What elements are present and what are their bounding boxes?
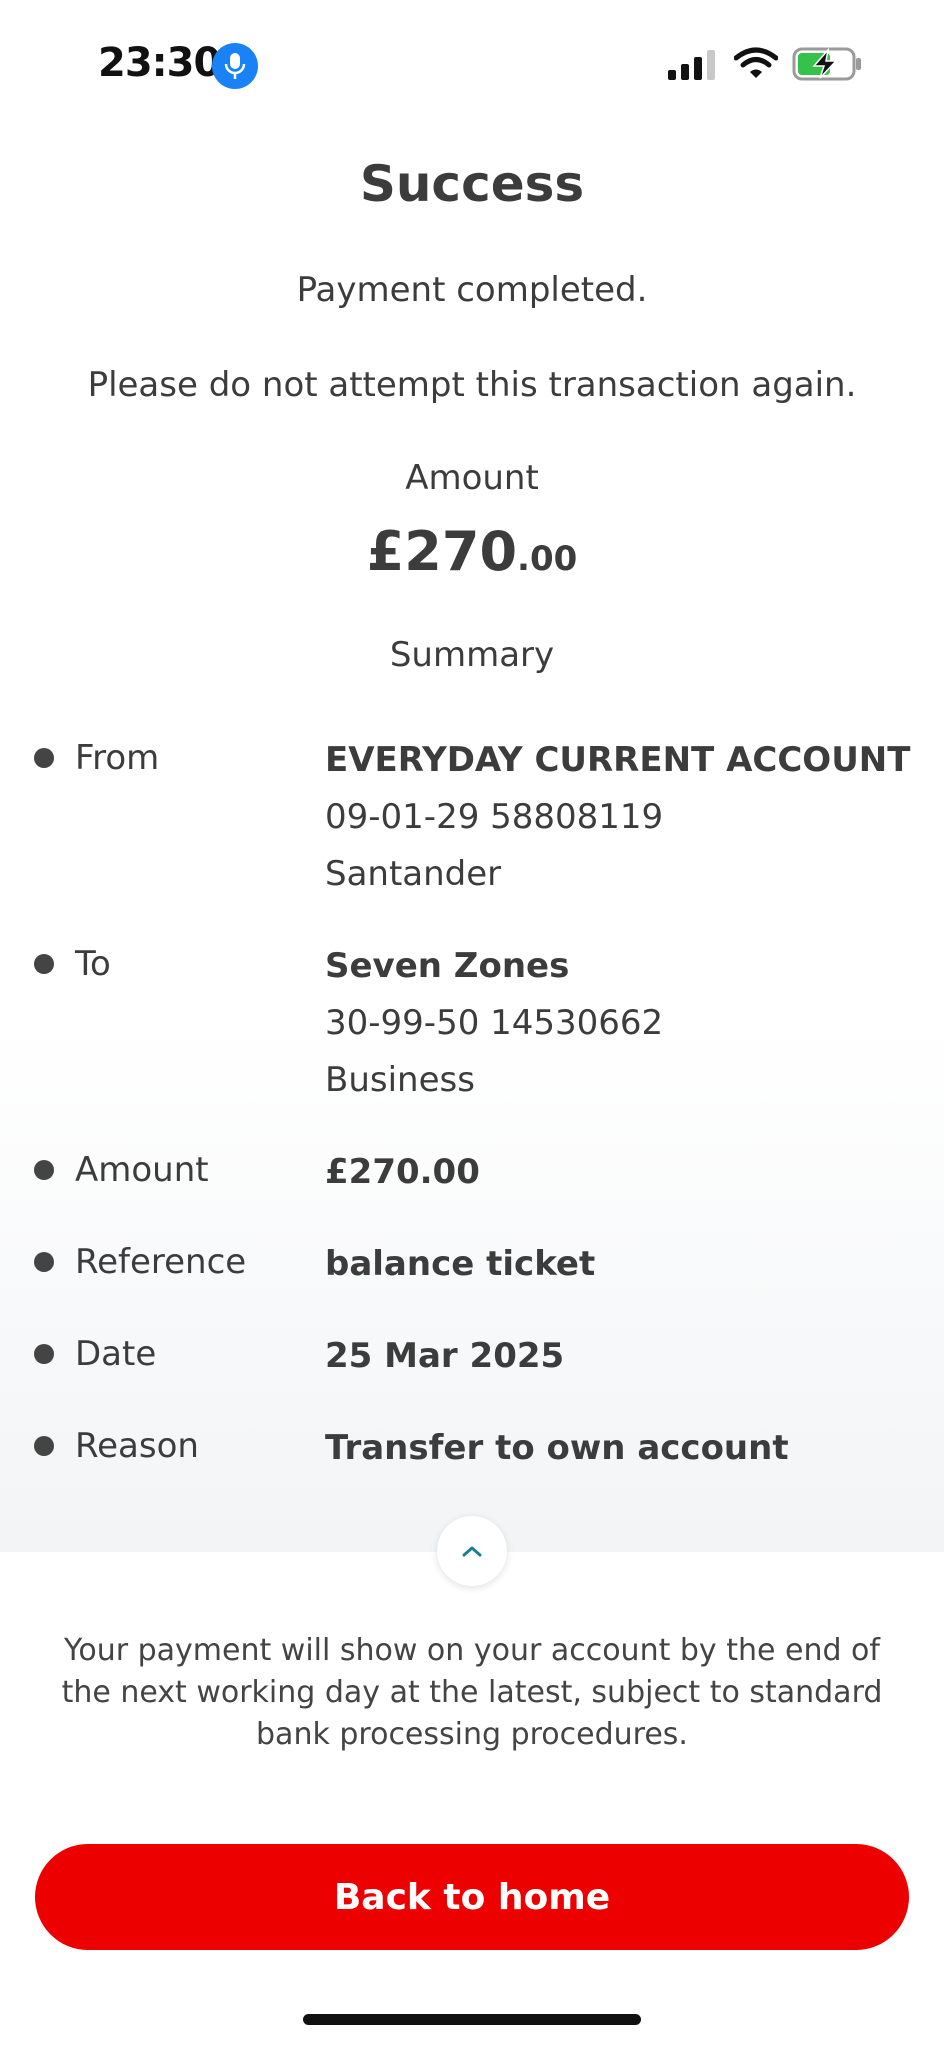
collapse-summary-button[interactable]	[437, 1516, 507, 1586]
payee-account-number: 30-99-50 14530662	[325, 1003, 664, 1043]
row-label: Amount	[75, 1150, 209, 1190]
row-label: Date	[75, 1334, 157, 1374]
microphone-icon[interactable]	[212, 43, 258, 89]
amount-label: Amount	[405, 458, 539, 498]
bullet-icon	[34, 954, 54, 974]
row-label: Reference	[75, 1242, 247, 1282]
bullet-icon	[34, 748, 54, 768]
from-bank-name: Santander	[325, 854, 502, 894]
payee-type: Business	[325, 1060, 475, 1100]
amount-decimals: .00	[517, 539, 578, 579]
bullet-icon	[34, 1344, 54, 1364]
payment-success-screen: 23:30 Success Payment completed. Please …	[0, 0, 944, 2048]
from-account-name: EVERYDAY CURRENT ACCOUNT	[325, 740, 911, 780]
status-bar: 23:30	[0, 0, 944, 130]
payee-name: Seven Zones	[325, 946, 570, 986]
summary-amount-value: £270.00	[325, 1152, 480, 1192]
row-value: balance ticket	[325, 1236, 595, 1293]
page-title: Success	[359, 155, 585, 213]
home-indicator[interactable]	[303, 2014, 641, 2025]
reference-value: balance ticket	[325, 1244, 596, 1284]
processing-notice: Your payment will show on your account b…	[61, 1633, 883, 1752]
from-account-number: 09-01-29 58808119	[325, 797, 664, 837]
row-value: EVERYDAY CURRENT ACCOUNT 09-01-29 588081…	[325, 732, 910, 903]
cellular-signal-icon	[668, 50, 715, 80]
row-value: Transfer to own account	[325, 1420, 789, 1477]
reason-value: Transfer to own account	[325, 1428, 789, 1468]
row-value: Seven Zones 30-99-50 14530662 Business	[325, 938, 663, 1109]
status-time: 23:30	[98, 40, 221, 86]
warning-message: Please do not attempt this transaction a…	[87, 365, 857, 405]
row-label: Reason	[75, 1426, 199, 1466]
success-message: Payment completed.	[296, 270, 648, 310]
date-value: 25 Mar 2025	[325, 1336, 565, 1376]
back-to-home-button[interactable]: Back to home	[35, 1844, 909, 1950]
summary-label: Summary	[389, 635, 555, 675]
chevron-up-icon	[462, 1546, 482, 1557]
amount-value: £270.00	[0, 520, 944, 583]
row-value: 25 Mar 2025	[325, 1328, 564, 1385]
battery-charging-icon	[792, 47, 861, 81]
amount-main: £270	[366, 520, 518, 583]
bullet-icon	[34, 1160, 54, 1180]
row-value: £270.00	[325, 1144, 480, 1201]
row-label: From	[75, 738, 160, 778]
bullet-icon	[34, 1436, 54, 1456]
row-label: To	[75, 944, 111, 984]
wifi-icon	[734, 47, 778, 78]
bullet-icon	[34, 1252, 54, 1272]
